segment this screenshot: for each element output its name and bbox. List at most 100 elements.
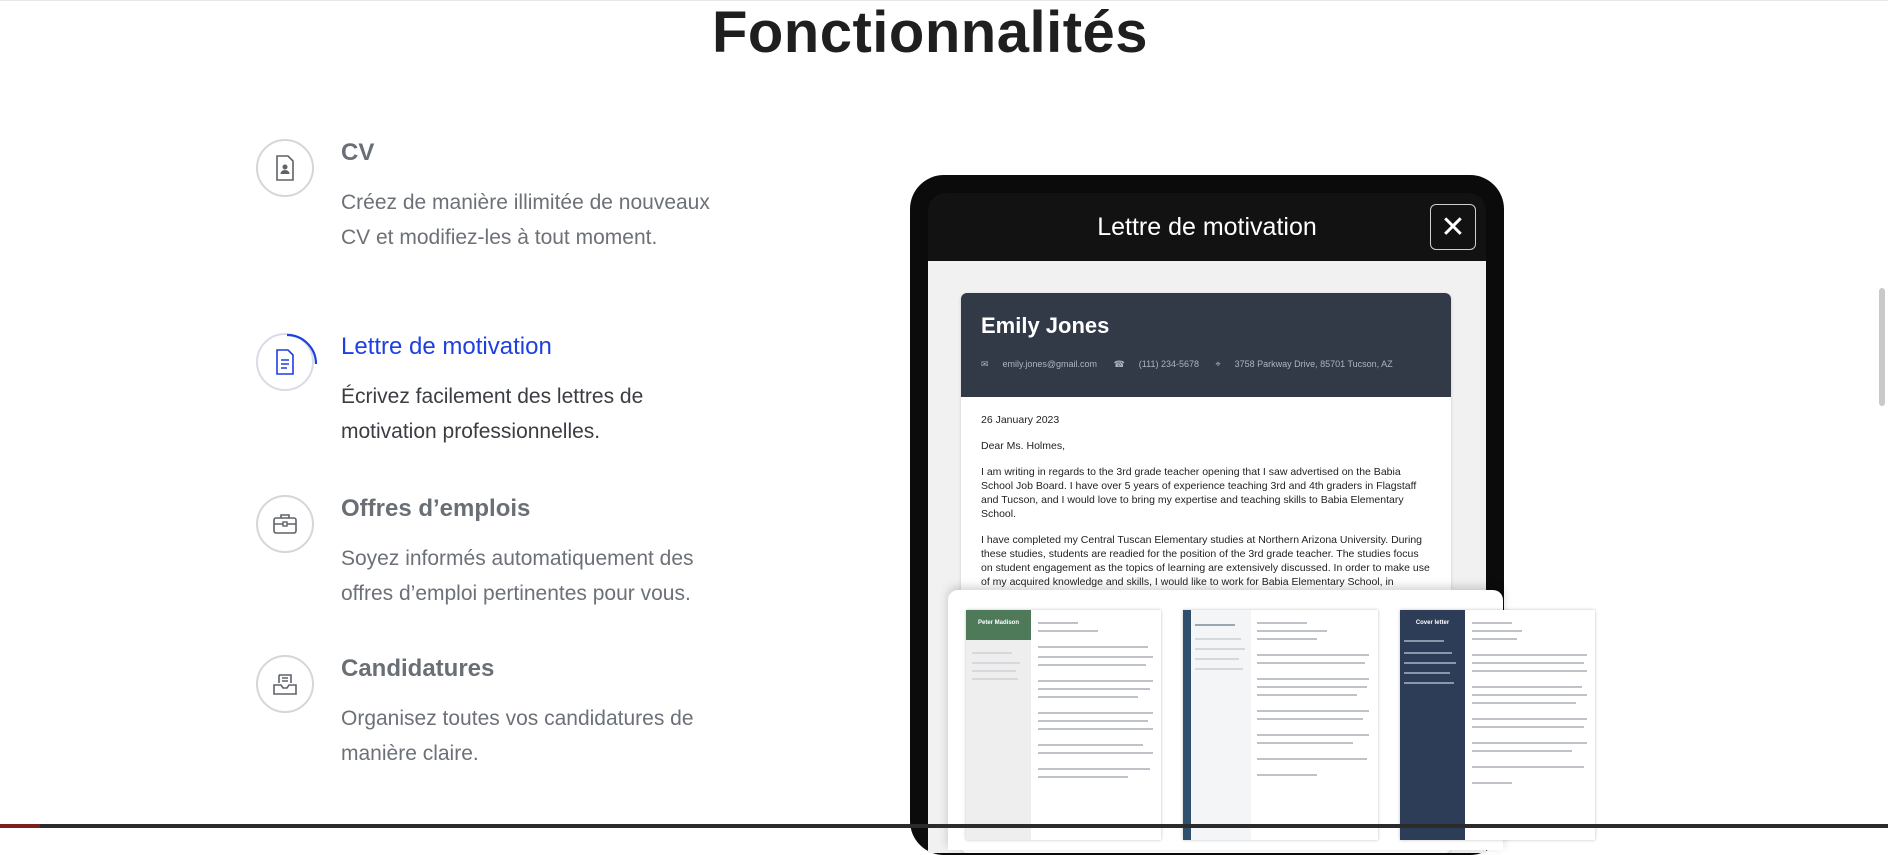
thumb-line — [1038, 720, 1148, 722]
thumb-line — [1195, 658, 1239, 660]
thumb-line — [1472, 702, 1576, 704]
page-title: Fonctionnalités — [711, 0, 1149, 65]
thumb-line — [1404, 640, 1444, 642]
thumb-line — [1404, 652, 1452, 654]
thumb-line — [972, 670, 1016, 672]
thumb-line — [1038, 768, 1150, 770]
feature-title: Offres d’emplois — [341, 495, 531, 522]
close-button[interactable]: ✕ — [1430, 204, 1476, 250]
template-thumbnail[interactable]: Cover letter — [1400, 610, 1595, 840]
feature-description: Créez de manière illimitée de nouveaux C… — [341, 191, 710, 249]
thumb-line — [1472, 718, 1587, 720]
thumb-line — [1472, 630, 1522, 632]
thumb-line — [1472, 622, 1512, 624]
thumb-line — [1038, 728, 1153, 730]
thumb-line — [1038, 696, 1138, 698]
thumb-line — [1038, 646, 1148, 648]
briefcase-icon — [256, 495, 314, 553]
thumb-line — [1038, 664, 1146, 666]
thumb-line — [1257, 694, 1357, 696]
letter-date: 26 January 2023 — [981, 414, 1060, 426]
contact-address: 3758 Parkway Drive, 85701 Tucson, AZ — [1234, 359, 1393, 369]
template-thumbnail[interactable]: Peter Madison — [966, 610, 1161, 840]
thumb-line — [1195, 624, 1235, 626]
thumb-sidebar: Peter Madison — [966, 610, 1031, 840]
thumb-line — [1257, 718, 1363, 720]
contact-phone: (111) 234-5678 — [1138, 359, 1199, 369]
thumb-line — [1257, 758, 1367, 760]
letter-body: 26 January 2023 Dear Ms. Holmes, I am wr… — [961, 397, 1451, 589]
thumb-sidebar-title: Peter Madison — [977, 620, 1019, 626]
thumb-sidebar: Cover letter — [1400, 610, 1465, 840]
contact-email: emily.jones@gmail.com — [1002, 359, 1098, 369]
thumb-line — [1257, 678, 1369, 680]
thumb-line — [1038, 630, 1098, 632]
thumb-line — [1257, 654, 1369, 656]
thumb-sidebar — [1183, 610, 1191, 840]
thumb-line — [1472, 726, 1584, 728]
thumb-line — [1195, 668, 1243, 670]
thumb-line — [1038, 656, 1153, 658]
modal-header: Lettre de motivation — [928, 193, 1486, 261]
thumb-line — [1257, 662, 1365, 664]
thumb-line — [1195, 648, 1245, 650]
thumb-line — [1257, 630, 1327, 632]
thumb-line — [1038, 712, 1153, 714]
thumb-line — [1038, 688, 1150, 690]
feature-description: Écrivez facilement des lettres de motiva… — [341, 385, 644, 443]
contact-line: ✉ emily.jones@gmail.com ☎ (111) 234-5678 ⌖… — [981, 359, 1407, 370]
thumb-line — [1257, 742, 1353, 744]
feature-description: Organisez toutes vos candidatures de man… — [341, 707, 694, 765]
feature-title: Candidatures — [341, 655, 495, 682]
thumb-line — [1472, 638, 1517, 640]
progress-arc-icon — [286, 333, 318, 365]
thumb-line — [1472, 694, 1587, 696]
thumb-line — [1472, 742, 1587, 744]
modal-title: Lettre de motivation — [1097, 213, 1317, 241]
location-pin-icon: ⌖ — [1215, 359, 1221, 369]
thumb-line — [1472, 662, 1584, 664]
thumb-line — [1257, 710, 1369, 712]
letter-document-icon — [256, 333, 318, 391]
thumb-line — [1257, 774, 1317, 776]
letter-paragraph: I have completed my Central Tuscan Eleme… — [981, 534, 1430, 588]
thumb-line — [1038, 622, 1078, 624]
taskbar-marker — [0, 824, 40, 828]
thumb-line — [972, 652, 1012, 654]
template-thumbnails: Peter Madison Cover letter — [948, 590, 1595, 850]
phone-icon: ☎ — [1113, 359, 1125, 369]
thumb-line — [1404, 672, 1450, 674]
thumb-sidebar-panel — [1191, 610, 1251, 840]
template-thumbnail[interactable] — [1183, 610, 1378, 840]
thumb-line — [1257, 734, 1369, 736]
thumb-line — [972, 662, 1020, 664]
thumb-line — [972, 678, 1018, 680]
thumb-sidebar-title: Cover letter — [1415, 620, 1450, 626]
thumb-line — [1257, 686, 1367, 688]
letter-header: Emily Jones ✉ emily.jones@gmail.com ☎ (111… — [961, 293, 1451, 397]
inbox-tray-icon — [256, 655, 314, 713]
thumb-line — [1038, 680, 1153, 682]
thumb-line — [1472, 670, 1587, 672]
close-icon: ✕ — [1440, 210, 1466, 244]
thumb-line — [1472, 782, 1512, 784]
thumb-line — [1257, 638, 1317, 640]
bottom-taskbar-edge — [0, 824, 1888, 828]
thumb-line — [1472, 766, 1584, 768]
thumb-line — [1472, 654, 1587, 656]
feature-description: Soyez informés automatiquement des offre… — [341, 547, 694, 605]
thumb-line — [1404, 682, 1454, 684]
email-icon: ✉ — [981, 359, 989, 369]
cv-document-icon — [256, 139, 314, 197]
thumb-line — [1472, 750, 1572, 752]
feature-title: Lettre de motivation — [341, 333, 552, 360]
thumb-line — [1404, 662, 1456, 664]
letter-salutation: Dear Ms. Holmes, — [981, 440, 1066, 452]
applicant-name: Emily Jones — [981, 313, 1110, 338]
page-scrollbar[interactable] — [1879, 288, 1885, 406]
letter-paragraph: I am writing in regards to the 3rd grade… — [981, 466, 1417, 520]
thumb-line — [1038, 752, 1153, 754]
thumb-line — [1472, 686, 1582, 688]
thumb-line — [1195, 638, 1241, 640]
thumb-line — [1257, 622, 1307, 624]
